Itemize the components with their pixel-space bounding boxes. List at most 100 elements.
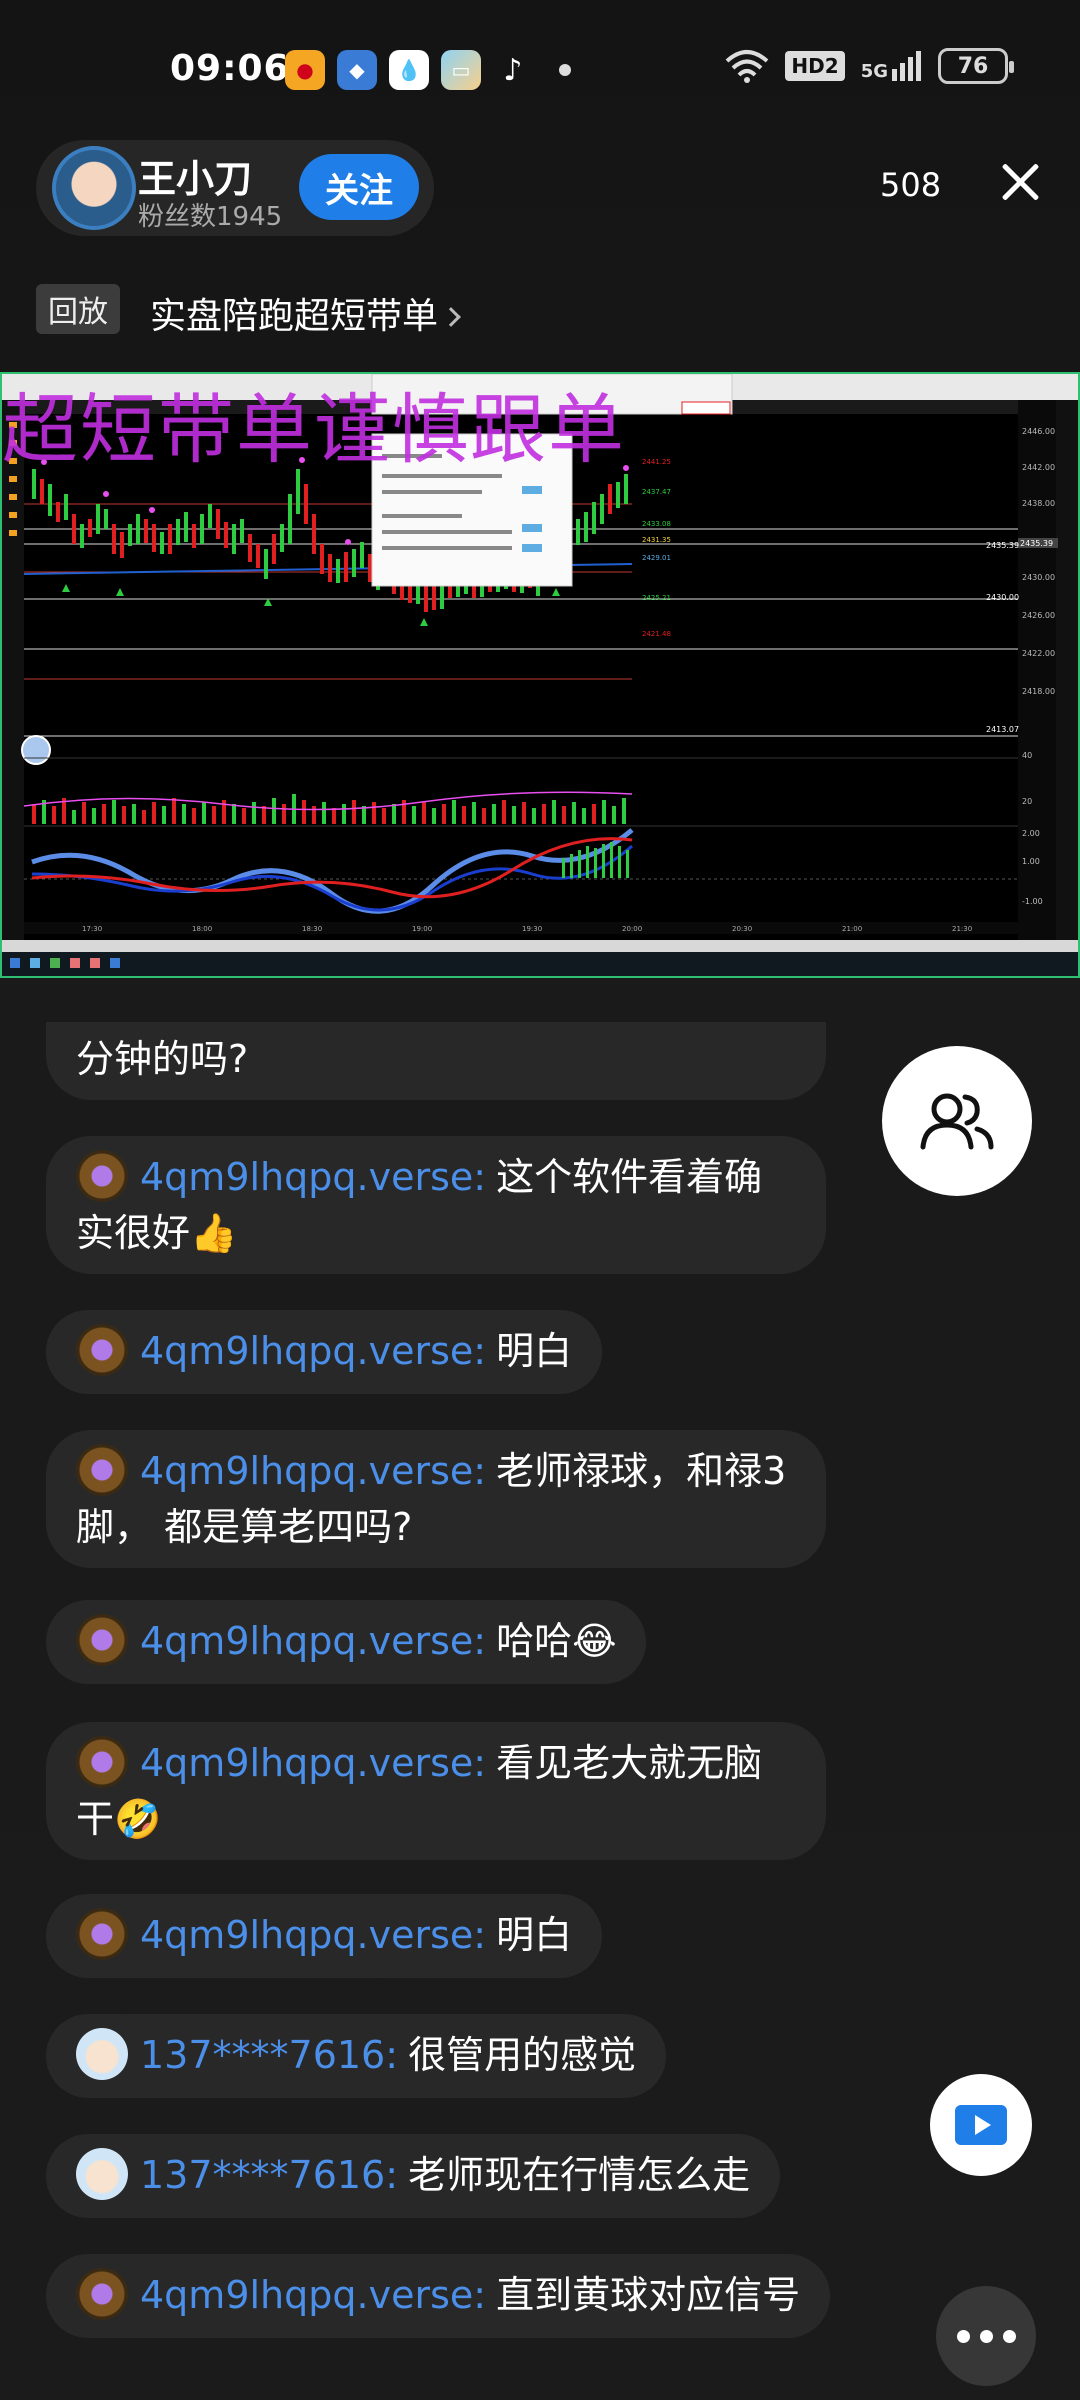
svg-text:18:00: 18:00 (192, 925, 212, 933)
chat-message: 4qm9lhqpq.verse: 明白 (46, 1310, 603, 1394)
verse-avatar[interactable] (76, 1323, 128, 1376)
chat-username[interactable]: 4qm9lhqpq.verse (140, 1329, 473, 1373)
svg-text:21:30: 21:30 (952, 925, 972, 933)
chat-message: 4qm9lhqpq.verse: 直到黄球对应信号 (46, 2254, 831, 2338)
chat-username[interactable]: 4qm9lhqpq.verse (140, 1449, 473, 1493)
svg-text:2431.35: 2431.35 (642, 536, 671, 544)
host-info[interactable]: 王小刀 粉丝数1945 关注 (36, 140, 434, 236)
svg-text:1.00: 1.00 (1022, 857, 1040, 866)
video-play-button[interactable] (930, 2074, 1032, 2176)
chat-message: 4qm9lhqpq.verse: 哈哈😂 (46, 1600, 647, 1684)
more-options-button[interactable] (936, 2286, 1036, 2386)
chat-message: 137****7616: 很管用的感觉 (46, 2014, 667, 2098)
chat-message: 分钟的吗? (46, 1022, 826, 1100)
svg-text:2425.21: 2425.21 (642, 594, 671, 602)
notification-icons: ● ◆ 💧 ▭ ♪ (285, 50, 571, 90)
chat-text: 明白 (496, 1329, 573, 1373)
baby-avatar[interactable] (76, 2147, 128, 2200)
chat-message: 4qm9lhqpq.verse: 看见老大就无脑干🤣 (46, 1722, 826, 1860)
svg-text:18:30: 18:30 (302, 925, 322, 933)
svg-text:19:30: 19:30 (522, 925, 542, 933)
chat-text: 哈哈😂 (496, 1619, 617, 1663)
svg-text:2438.00: 2438.00 (1022, 499, 1055, 508)
weibo-icon: ● (285, 50, 325, 90)
verse-avatar[interactable] (76, 1613, 128, 1666)
stream-video[interactable]: 2446.00 2442.00 2438.00 2430.00 2426.00 2422.… (0, 372, 1080, 978)
tiktok-icon: ♪ (503, 52, 523, 88)
svg-text:2429.01: 2429.01 (642, 554, 671, 562)
chat-message: 4qm9lhqpq.verse: 明白 (46, 1894, 603, 1978)
status-time: 09:06 (170, 48, 290, 89)
svg-text:2.00: 2.00 (1022, 829, 1040, 838)
replay-title-link[interactable]: 实盘陪跑超短带单 (150, 287, 461, 339)
status-bar: 09:06 ● ◆ 💧 ▭ ♪ HD2 5G 76 (0, 0, 1080, 140)
replay-title: 实盘陪跑超短带单 (150, 296, 439, 337)
chat-username[interactable]: 4qm9lhqpq.verse (140, 1913, 473, 1957)
app-folder-icon: ▭ (441, 50, 481, 90)
replay-tag: 回放 (36, 284, 120, 334)
svg-text:2430.00: 2430.00 (1022, 573, 1055, 582)
svg-text:2442.00: 2442.00 (1022, 463, 1055, 472)
svg-text:2441.25: 2441.25 (642, 458, 671, 466)
svg-text:2433.08: 2433.08 (642, 520, 671, 528)
chat-text: 直到黄球对应信号 (496, 2273, 801, 2317)
chat-message: 137****7616: 老师现在行情怎么走 (46, 2134, 781, 2218)
price-tag-2: 2430.00 (986, 593, 1019, 602)
svg-text:-1.00: -1.00 (1022, 897, 1043, 906)
host-avatar[interactable] (52, 146, 136, 230)
chat-list[interactable]: 分钟的吗? 4qm9lhqpq.verse: 这个软件看着确实很好👍 4qm9lh… (0, 1022, 860, 2400)
signal-icon: 5G (861, 51, 922, 81)
drop-app-icon: 💧 (389, 50, 429, 90)
baby-avatar[interactable] (76, 2027, 128, 2080)
app-blue-icon: ◆ (337, 50, 377, 90)
svg-text:20:00: 20:00 (622, 925, 642, 933)
chat-text: 明白 (496, 1913, 573, 1957)
verse-avatar[interactable] (76, 2267, 128, 2320)
stream-overlay-warning: 超短带单谨慎跟单 (2, 385, 626, 474)
svg-text:21:00: 21:00 (842, 925, 862, 933)
svg-text:19:00: 19:00 (412, 925, 432, 933)
svg-text:40: 40 (1022, 751, 1032, 760)
play-icon (955, 2105, 1007, 2145)
svg-text:20: 20 (1022, 797, 1032, 806)
svg-text:2446.00: 2446.00 (1022, 427, 1055, 436)
dot-icon (1002, 2329, 1016, 2343)
dot-icon (956, 2329, 970, 2343)
chat-username[interactable]: 137****7616 (140, 2153, 385, 2197)
verse-avatar[interactable] (76, 1735, 128, 1788)
dot-icon (979, 2329, 993, 2343)
price-tag-1: 2435.39 (986, 541, 1019, 550)
svg-text:2437.47: 2437.47 (642, 488, 671, 496)
chat-username[interactable]: 4qm9lhqpq.verse (140, 1155, 473, 1199)
svg-text:17:30: 17:30 (82, 925, 102, 933)
chevron-right-icon (441, 307, 461, 327)
svg-text:2426.00: 2426.00 (1022, 611, 1055, 620)
people-icon (920, 1093, 994, 1150)
host-fans-count: 粉丝数1945 (138, 202, 283, 232)
verse-avatar[interactable] (76, 1149, 128, 1202)
close-icon[interactable] (994, 156, 1046, 208)
verse-avatar[interactable] (76, 1907, 128, 1960)
status-right: HD2 5G 76 (725, 48, 1014, 84)
viewer-count[interactable]: 508 (880, 166, 941, 204)
verse-avatar[interactable] (76, 1443, 128, 1496)
chat-username[interactable]: 137****7616 (140, 2033, 385, 2077)
chat-text: 分钟的吗? (76, 1037, 249, 1081)
svg-text:2422.00: 2422.00 (1022, 649, 1055, 658)
wifi-icon (726, 50, 769, 83)
chat-message: 4qm9lhqpq.verse: 老师禄球，和禄3脚， 都是算老四吗? (46, 1430, 826, 1568)
host-name: 王小刀 (138, 157, 253, 201)
follow-button[interactable]: 关注 (299, 154, 419, 220)
more-notifications-icon (559, 64, 571, 76)
battery-icon: 76 (938, 48, 1014, 84)
svg-text:2421.48: 2421.48 (642, 630, 671, 638)
chat-message: 4qm9lhqpq.verse: 这个软件看着确实很好👍 (46, 1136, 826, 1274)
audience-button[interactable] (882, 1046, 1032, 1196)
chat-text: 很管用的感觉 (408, 2033, 637, 2077)
chat-username[interactable]: 4qm9lhqpq.verse (140, 2273, 473, 2317)
chat-username[interactable]: 4qm9lhqpq.verse (140, 1741, 473, 1785)
chat-text: 老师现在行情怎么走 (408, 2153, 751, 2197)
price-tag-3: 2413.07 (986, 725, 1019, 734)
svg-text:2435.39: 2435.39 (1020, 539, 1053, 548)
chat-username[interactable]: 4qm9lhqpq.verse (140, 1619, 473, 1663)
